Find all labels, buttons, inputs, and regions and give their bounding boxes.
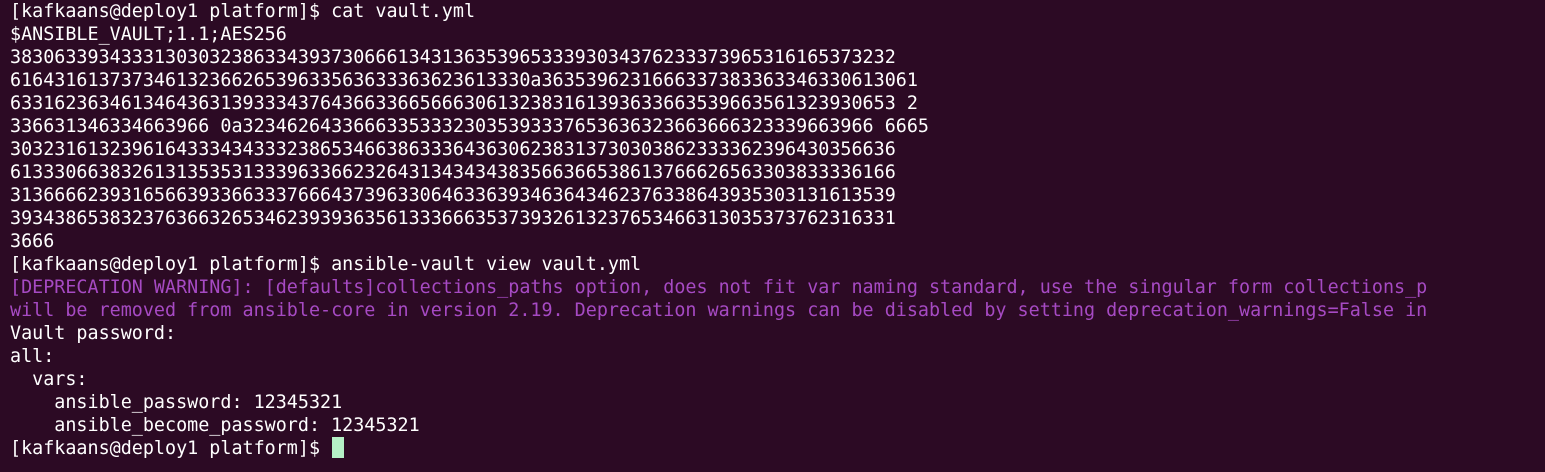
terminal-current-line[interactable]: [kafkaans@deploy1 platform]$ <box>10 437 1545 460</box>
terminal-line-prompt: [kafkaans@deploy1 platform]$ ansible-vau… <box>10 254 642 275</box>
terminal-window[interactable]: [kafkaans@deploy1 platform]$ cat vault.y… <box>0 0 1545 472</box>
terminal-line-output: Vault password: <box>10 323 177 344</box>
terminal-prompt: [kafkaans@deploy1 platform]$ <box>10 438 332 459</box>
terminal-line-prompt: [kafkaans@deploy1 platform]$ cat vault.y… <box>10 1 476 22</box>
terminal-line-output: 3934386538323763663265346239393635613336… <box>10 208 896 229</box>
terminal-line-output: 3136666239316566393366333766643739633064… <box>10 185 896 206</box>
terminal-line-output: 6164316137373461323662653963356363336362… <box>10 70 918 91</box>
terminal-line-output: 6133306638326131353531333963366232643134… <box>10 162 896 183</box>
terminal-cursor <box>332 437 345 458</box>
terminal-line-output: 6331623634613464363139333437643663366566… <box>10 93 918 114</box>
terminal-line-output: 336631346334663966 0a3234626433666335333… <box>10 116 929 137</box>
terminal-line-output: 3032316132396164333434333238653466386333… <box>10 139 896 160</box>
terminal-line-output: 3666 <box>10 231 55 252</box>
terminal-line-warning: [DEPRECATION WARNING]: [defaults]collect… <box>10 277 1428 298</box>
terminal-line-warning: will be removed from ansible-core in ver… <box>10 300 1428 321</box>
terminal-line-output: vars: <box>10 369 88 390</box>
terminal-line-output: $ANSIBLE_VAULT;1.1;AES256 <box>10 24 287 45</box>
terminal-line-output: all: <box>10 346 55 367</box>
terminal-line-output: ansible_become_password: 12345321 <box>10 415 420 436</box>
terminal-line-output: 3830633934333130303238633439373066613431… <box>10 47 896 68</box>
terminal-line-output: ansible_password: 12345321 <box>10 392 343 413</box>
